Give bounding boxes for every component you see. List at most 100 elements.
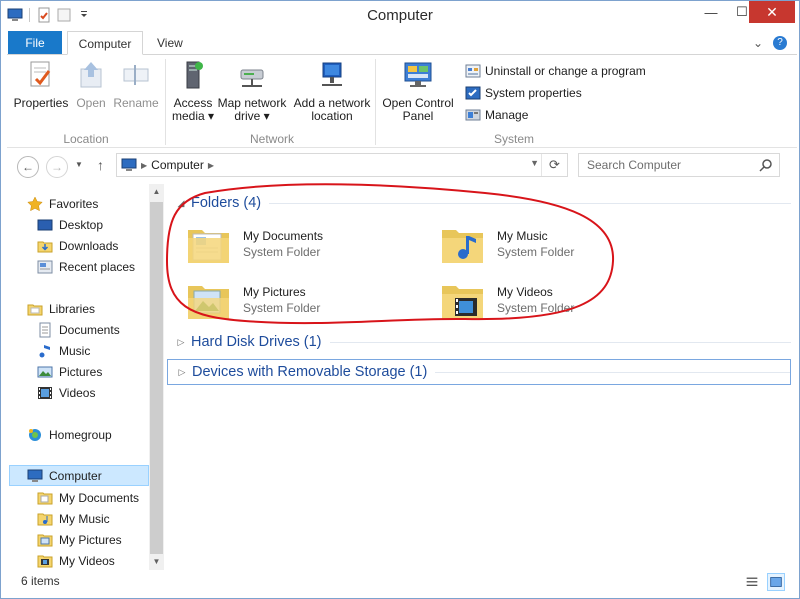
open-button[interactable]: Open <box>71 59 111 110</box>
nav-videos-label: Videos <box>59 385 96 400</box>
removable-storage-group-header[interactable]: ▷ Devices with Removable Storage (1) <box>167 359 791 385</box>
recent-locations-icon[interactable]: ▼ <box>75 160 83 169</box>
address-bar[interactable]: ▶ Computer ▶ ▼ ⟳ <box>116 153 568 177</box>
properties-icon <box>30 61 51 87</box>
back-button[interactable]: ← <box>17 156 39 178</box>
nav-libraries[interactable]: Libraries <box>27 298 95 319</box>
tab-file[interactable]: File <box>8 31 62 55</box>
scroll-up-icon[interactable]: ▲ <box>149 184 164 200</box>
nav-my-pictures[interactable]: My Pictures <box>37 529 122 550</box>
ribbon-controls: ⌄ ? <box>753 36 787 50</box>
expand-icon[interactable]: ▷ <box>174 367 190 378</box>
nav-downloads[interactable]: Downloads <box>37 235 118 256</box>
nav-my-music[interactable]: My Music <box>37 508 110 529</box>
nav-computer[interactable]: Computer <box>9 465 149 486</box>
help-icon[interactable]: ? <box>773 36 787 50</box>
nav-homegroup-label: Homegroup <box>49 427 112 442</box>
folder-my-documents-text: My Documents System Folder <box>243 228 323 260</box>
system-properties-button[interactable]: System properties <box>465 83 582 103</box>
nav-desktop[interactable]: Desktop <box>37 214 103 235</box>
computer-icon <box>121 158 137 171</box>
search-placeholder: Search Computer <box>587 158 682 172</box>
tab-computer[interactable]: Computer <box>67 31 143 55</box>
folder-my-pictures-text: My Pictures System Folder <box>243 284 320 316</box>
properties-button[interactable]: Properties <box>13 59 69 110</box>
forward-button[interactable]: → <box>46 156 68 178</box>
nav-pictures[interactable]: Pictures <box>37 361 102 382</box>
address-history-icon[interactable]: ▼ <box>530 158 539 168</box>
downloads-icon <box>37 241 53 252</box>
nav-music[interactable]: Music <box>37 340 90 361</box>
breadcrumb-separator-icon[interactable]: ▶ <box>208 161 214 170</box>
libraries-icon <box>27 304 43 315</box>
folder-my-videos[interactable]: My Videos System Folder <box>439 274 689 326</box>
nav-videos[interactable]: Videos <box>37 382 95 403</box>
ribbon-tabs: File Computer View ⌄ ? <box>1 31 799 55</box>
folder-my-pictures[interactable]: My Pictures System Folder <box>185 274 435 326</box>
nav-documents[interactable]: Documents <box>37 319 120 340</box>
expand-icon[interactable]: ▷ <box>173 337 189 348</box>
add-network-location-button[interactable]: Add a network location <box>291 59 373 123</box>
nav-desktop-label: Desktop <box>59 217 104 232</box>
navigation-scrollbar[interactable]: ▲ ▼ <box>149 184 164 570</box>
network-drive-icon <box>240 69 264 87</box>
search-input[interactable]: Search Computer <box>578 153 780 177</box>
divider <box>329 341 791 343</box>
breadcrumb-computer[interactable]: Computer <box>151 158 204 172</box>
nav-my-videos[interactable]: My Videos <box>37 550 115 571</box>
control-panel-icon <box>404 62 432 87</box>
nav-my-documents[interactable]: My Documents <box>37 487 139 508</box>
breadcrumb-separator-icon[interactable]: ▶ <box>141 161 147 170</box>
open-control-panel-button[interactable]: Open Control Panel <box>379 59 457 123</box>
tab-view[interactable]: View <box>147 31 193 55</box>
nav-music-label: Music <box>59 343 91 358</box>
folder-my-music[interactable]: My Music System Folder <box>439 218 689 270</box>
up-arrow-icon[interactable]: ↑ <box>97 157 104 173</box>
network-group: Access media ▾ Map network drive ▾ Add a… <box>169 55 375 149</box>
folder-my-music-text: My Music System Folder <box>497 228 574 260</box>
folder-name: My Pictures <box>243 285 306 299</box>
minimize-button[interactable]: — <box>694 1 728 23</box>
large-icons-view-icon[interactable] <box>767 573 785 591</box>
programs-icon <box>465 64 481 78</box>
system-properties-label: System properties <box>485 86 582 100</box>
videos-folder-icon <box>442 286 483 319</box>
scroll-down-icon[interactable]: ▼ <box>149 554 164 570</box>
rename-button[interactable]: Rename <box>111 59 161 110</box>
folder-my-documents[interactable]: My Documents System Folder <box>185 218 435 270</box>
access-media-button[interactable]: Access media ▾ <box>171 59 215 123</box>
divider <box>165 59 166 145</box>
search-icon[interactable] <box>759 158 773 172</box>
map-network-drive-button[interactable]: Map network drive ▾ <box>215 59 289 123</box>
access-media-label-2: media ▾ <box>171 109 215 123</box>
manage-button[interactable]: Manage <box>465 105 528 125</box>
close-button[interactable]: ✕ <box>749 1 795 23</box>
refresh-icon[interactable]: ⟳ <box>541 154 567 176</box>
view-buttons <box>743 573 785 591</box>
removable-storage-group-label: Devices with Removable Storage (1) <box>192 364 428 380</box>
nav-homegroup[interactable]: Homegroup <box>27 424 112 445</box>
uninstall-program-button[interactable]: Uninstall or change a program <box>465 61 646 81</box>
add-location-label-2: location <box>311 109 353 123</box>
folders-group-label: Folders (4) <box>191 195 262 211</box>
folder-icon <box>37 492 53 504</box>
nav-recent-places[interactable]: Recent places <box>37 256 135 277</box>
navigation-bar: ← → ▼ ↑ ▶ Computer ▶ ▼ ⟳ Search Computer <box>1 148 799 184</box>
nav-my-music-label: My Music <box>59 511 110 526</box>
title-bar[interactable]: Computer — ☐ ✕ <box>1 1 799 31</box>
pictures-folder-icon <box>188 286 229 319</box>
hard-disk-group-header[interactable]: ▷ Hard Disk Drives (1) <box>167 331 791 353</box>
open-label: Open <box>76 96 106 110</box>
folder-name: My Documents <box>243 229 324 243</box>
collapse-icon[interactable]: ◢ <box>173 198 189 209</box>
navigation-pane: Favorites Desktop Downloads Recent place… <box>1 184 165 570</box>
nav-my-pictures-label: My Pictures <box>59 532 122 547</box>
nav-computer-label: Computer <box>49 468 102 483</box>
system-properties-icon <box>465 86 481 100</box>
folders-group-header[interactable]: ◢ Folders (4) <box>167 192 791 214</box>
details-view-icon[interactable] <box>743 573 761 591</box>
expand-ribbon-icon[interactable]: ⌄ <box>753 36 763 50</box>
nav-favorites[interactable]: Favorites <box>27 193 98 214</box>
scrollbar-thumb[interactable] <box>150 202 163 554</box>
folder-my-videos-text: My Videos System Folder <box>497 284 574 316</box>
